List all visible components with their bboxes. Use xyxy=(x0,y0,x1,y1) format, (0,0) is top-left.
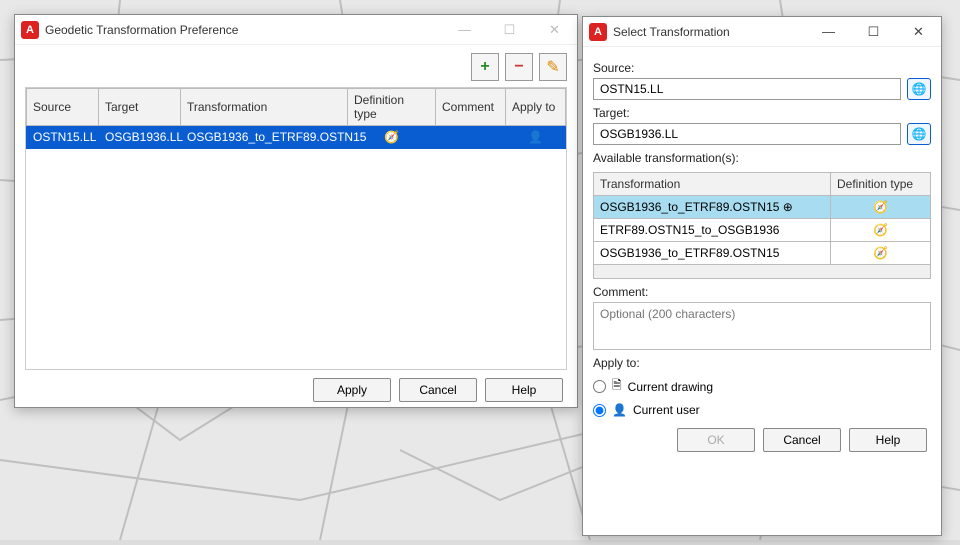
table-row[interactable]: OSGB1936_to_ETRF89.OSTN15 🧭 xyxy=(594,242,931,265)
select-window: A Select Transformation — ☐ ✕ Source: 🌐 … xyxy=(582,16,942,536)
maximize-button: ☐ xyxy=(487,15,532,45)
pencil-icon: ✎ xyxy=(546,57,559,77)
document-icon: 🗎 xyxy=(612,376,622,397)
minimize-button[interactable]: — xyxy=(806,17,851,47)
apply-button[interactable]: Apply xyxy=(313,378,391,402)
remove-button[interactable]: − xyxy=(505,53,533,81)
cell-name: OSGB1936_to_ETRF89.OSTN15 ⊕ xyxy=(594,196,831,219)
close-button[interactable]: ✕ xyxy=(896,17,941,47)
apply-drawing-radio[interactable] xyxy=(593,380,606,393)
add-button[interactable]: + xyxy=(471,53,499,81)
select-button-row: OK Cancel Help xyxy=(593,420,931,456)
col-target[interactable]: Target xyxy=(99,89,181,126)
user-icon: 👤 xyxy=(528,130,543,144)
pref-toolbar: + − ✎ xyxy=(25,53,567,81)
definition-type-icon: 🧭 xyxy=(831,196,931,219)
definition-type-icon: 🧭 xyxy=(384,130,399,144)
col-comment[interactable]: Comment xyxy=(436,89,506,126)
source-picker-button[interactable]: 🌐 xyxy=(907,78,931,100)
available-table[interactable]: Transformation Definition type OSGB1936_… xyxy=(593,172,931,279)
edit-button[interactable]: ✎ xyxy=(539,53,567,81)
plus-icon: + xyxy=(480,58,489,76)
swap-icon: ⊕ xyxy=(783,200,793,214)
cell-name: ETRF89.OSTN15_to_OSGB1936 xyxy=(594,219,831,242)
target-input[interactable] xyxy=(593,123,901,145)
col-definition-type[interactable]: Definition type xyxy=(831,173,931,196)
pref-table-empty xyxy=(26,149,566,369)
comment-label: Comment: xyxy=(593,285,931,299)
pref-window: A Geodetic Transformation Preference — ☐… xyxy=(14,14,578,408)
cell-comment xyxy=(436,126,506,149)
pref-button-row: Apply Cancel Help xyxy=(25,370,567,406)
maximize-button[interactable]: ☐ xyxy=(851,17,896,47)
apply-user-radio[interactable] xyxy=(593,404,606,417)
apply-drawing-option[interactable]: 🗎 Current drawing xyxy=(593,376,931,397)
cell-target: OSGB1936.LL xyxy=(99,126,181,149)
minimize-button: — xyxy=(442,15,487,45)
select-titlebar[interactable]: A Select Transformation — ☐ ✕ xyxy=(583,17,941,47)
source-input[interactable] xyxy=(593,78,901,100)
cell-name: OSGB1936_to_ETRF89.OSTN15 xyxy=(594,242,831,265)
col-definition-type[interactable]: Definition type xyxy=(348,89,436,126)
globe-icon: 🌐 xyxy=(912,127,927,141)
col-apply-to[interactable]: Apply to xyxy=(506,89,566,126)
col-transformation[interactable]: Transformation xyxy=(594,173,831,196)
target-picker-button[interactable]: 🌐 xyxy=(907,123,931,145)
target-label: Target: xyxy=(593,106,931,120)
pref-title: Geodetic Transformation Preference xyxy=(45,23,442,37)
pref-titlebar[interactable]: A Geodetic Transformation Preference — ☐… xyxy=(15,15,577,45)
close-button: ✕ xyxy=(532,15,577,45)
table-row[interactable]: ETRF89.OSTN15_to_OSGB1936 🧭 xyxy=(594,219,931,242)
col-transformation[interactable]: Transformation xyxy=(181,89,348,126)
help-button[interactable]: Help xyxy=(849,428,927,452)
definition-type-icon: 🧭 xyxy=(831,219,931,242)
cell-transformation: OSGB1936_to_ETRF89.OSTN15 xyxy=(181,126,348,149)
table-row-empty xyxy=(594,265,931,279)
col-source[interactable]: Source xyxy=(27,89,99,126)
app-icon: A xyxy=(589,23,607,41)
pref-table[interactable]: Source Target Transformation Definition … xyxy=(25,87,567,370)
definition-type-icon: 🧭 xyxy=(831,242,931,265)
table-row[interactable]: OSGB1936_to_ETRF89.OSTN15 ⊕ 🧭 xyxy=(594,196,931,219)
source-label: Source: xyxy=(593,61,931,75)
available-header: Transformation Definition type xyxy=(594,173,931,196)
comment-input[interactable] xyxy=(593,302,931,350)
available-label: Available transformation(s): xyxy=(593,151,931,165)
cancel-button[interactable]: Cancel xyxy=(763,428,841,452)
apply-to-label: Apply to: xyxy=(593,356,931,370)
minus-icon: − xyxy=(514,58,523,76)
apply-drawing-label: Current drawing xyxy=(628,380,713,394)
ok-button[interactable]: OK xyxy=(677,428,755,452)
cancel-button[interactable]: Cancel xyxy=(399,378,477,402)
globe-icon: 🌐 xyxy=(912,82,927,96)
apply-user-label: Current user xyxy=(633,403,700,417)
cell-source: OSTN15.LL xyxy=(27,126,99,149)
cell-apply-icon: 👤 xyxy=(506,126,566,149)
app-icon: A xyxy=(21,21,39,39)
select-title: Select Transformation xyxy=(613,25,806,39)
table-row[interactable]: OSTN15.LL OSGB1936.LL OSGB1936_to_ETRF89… xyxy=(27,126,566,149)
apply-user-option[interactable]: 👤 Current user xyxy=(593,403,931,417)
help-button[interactable]: Help xyxy=(485,378,563,402)
pref-table-header: Source Target Transformation Definition … xyxy=(27,89,566,126)
user-icon: 👤 xyxy=(612,403,627,417)
